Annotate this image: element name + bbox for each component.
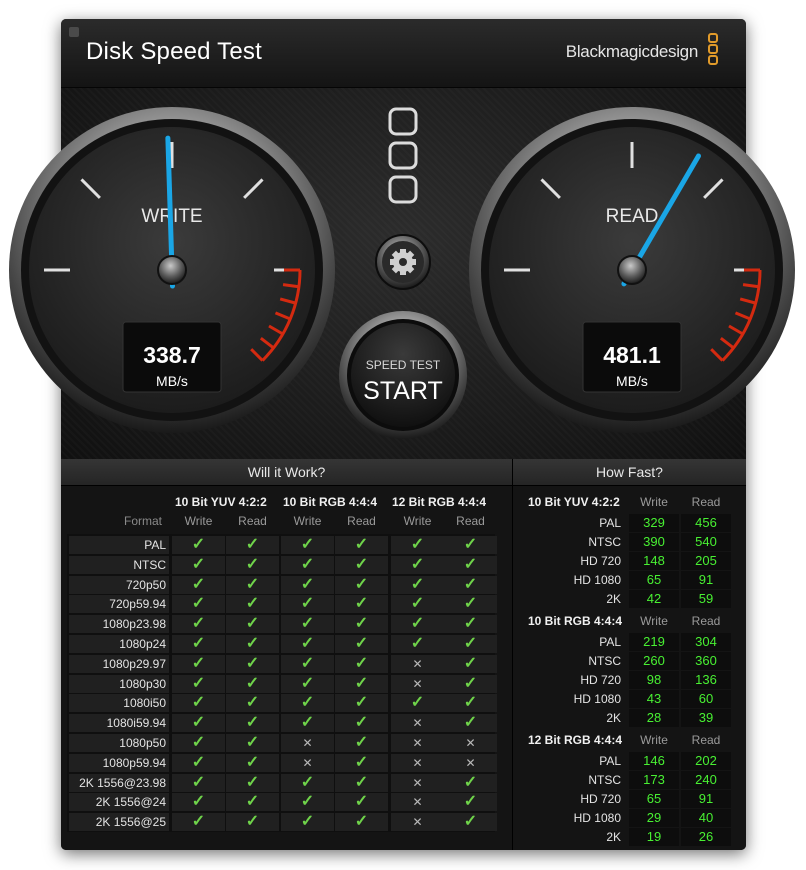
redline-tick bbox=[742, 283, 760, 289]
read-speed-value: 481.1 bbox=[603, 342, 661, 368]
read-gauge: READ 481.1 MB/s bbox=[469, 107, 795, 433]
start-button[interactable]: SPEED TEST START bbox=[339, 311, 467, 439]
write-gauge-hub bbox=[157, 255, 187, 285]
gear-icon bbox=[390, 249, 416, 275]
redline-tick bbox=[282, 283, 300, 289]
read-gauge-label: READ bbox=[606, 206, 659, 227]
settings-button[interactable] bbox=[375, 234, 431, 290]
gauge-layer: WRITE 338.7 MB/s READ 481.1 MB/s SPEED T… bbox=[9, 107, 795, 439]
read-speed-unit: MB/s bbox=[616, 373, 648, 389]
write-speed-unit: MB/s bbox=[156, 373, 188, 389]
write-speed-value: 338.7 bbox=[143, 342, 201, 368]
read-gauge-hub bbox=[617, 255, 647, 285]
blackmagic-squares-icon bbox=[388, 107, 418, 204]
start-button-label: START bbox=[363, 377, 443, 405]
start-button-caption: SPEED TEST bbox=[366, 358, 441, 372]
write-gauge: WRITE 338.7 MB/s bbox=[9, 107, 335, 433]
